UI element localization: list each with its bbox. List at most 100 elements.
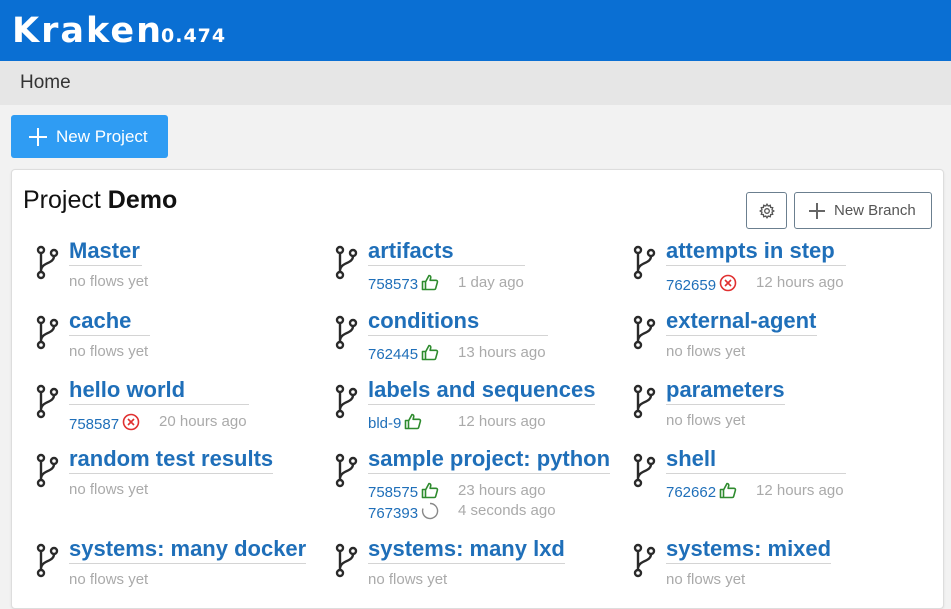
thumbs-up-icon <box>421 274 439 296</box>
flow-row: 758587 20 hours ago <box>69 413 247 436</box>
spinner-icon <box>421 502 439 525</box>
branch-item: conditions 762445 13 hours ago <box>334 308 624 378</box>
branch-icon <box>632 244 656 280</box>
branch-item: hello world 758587 20 hours ago <box>35 377 325 447</box>
branch-item: random test results no flows yet <box>35 446 325 516</box>
branch-icon <box>632 542 656 578</box>
branch-item: systems: many lxd no flows yet <box>334 536 624 606</box>
branch-item: systems: mixed no flows yet <box>632 536 922 606</box>
branch-name-link[interactable]: external-agent <box>666 308 817 336</box>
new-project-label: New Project <box>56 126 148 146</box>
branch-name-link[interactable]: hello world <box>69 377 249 405</box>
gear-icon <box>758 202 775 219</box>
no-flows-text: no flows yet <box>69 273 149 290</box>
project-title: Project Demo <box>23 185 177 215</box>
new-branch-label: New Branch <box>834 202 916 219</box>
flow-row: 762659 12 hours ago <box>666 274 844 297</box>
branch-icon <box>35 383 59 419</box>
branch-name-link[interactable]: artifacts <box>368 238 525 266</box>
no-flows-text: no flows yet <box>666 412 746 429</box>
project-name: Demo <box>107 186 178 214</box>
branch-name-link[interactable]: systems: many docker <box>69 536 307 564</box>
project-settings-button[interactable] <box>746 192 787 229</box>
flow-id-link[interactable]: bld-9 <box>368 415 401 432</box>
new-project-button[interactable]: New Project <box>11 115 168 158</box>
branch-icon <box>334 244 358 280</box>
thumbs-up-icon <box>404 413 422 435</box>
flow-time-ago: 12 hours ago <box>756 482 844 499</box>
branch-name-link[interactable]: systems: many lxd <box>368 536 565 564</box>
thumbs-up-icon <box>421 482 439 504</box>
branch-icon <box>35 244 59 280</box>
new-branch-button[interactable]: New Branch <box>794 192 932 229</box>
branch-item: artifacts 758573 1 day ago <box>334 238 624 308</box>
branch-name-link[interactable]: labels and sequences <box>368 377 596 405</box>
branch-name-link[interactable]: sample project: python <box>368 446 611 474</box>
branch-icon <box>334 314 358 350</box>
branch-icon <box>632 383 656 419</box>
branch-item: shell 762662 12 hours ago <box>632 446 922 516</box>
flow-id-link[interactable]: 767393 <box>368 505 418 522</box>
flow-time-ago: 13 hours ago <box>458 344 546 361</box>
branch-icon <box>334 452 358 488</box>
flow-row: 758575 23 hours ago <box>368 482 546 504</box>
flow-id-link[interactable]: 758587 <box>69 416 119 433</box>
branch-item: parameters no flows yet <box>632 377 922 447</box>
no-flows-text: no flows yet <box>69 571 149 588</box>
flow-time-ago: 12 hours ago <box>756 274 844 291</box>
flow-id-link[interactable]: 758573 <box>368 276 418 293</box>
error-circle-icon <box>719 274 737 297</box>
plus-icon <box>809 202 825 219</box>
plus-icon <box>29 127 47 146</box>
error-circle-icon <box>122 413 140 436</box>
flow-time-ago: 4 seconds ago <box>458 502 556 519</box>
branch-name-link[interactable]: conditions <box>368 308 548 336</box>
flow-row: bld-9 12 hours ago <box>368 413 546 435</box>
branch-item: sample project: python 758575 23 hours ago… <box>334 446 624 522</box>
branch-icon <box>35 542 59 578</box>
branch-name-link[interactable]: attempts in step <box>666 238 846 266</box>
branch-item: Master no flows yet <box>35 238 325 308</box>
branch-item: external-agent no flows yet <box>632 308 922 378</box>
flow-row: 758573 1 day ago <box>368 274 524 296</box>
flow-id-link[interactable]: 762662 <box>666 484 716 501</box>
app-version: 0.474 <box>161 25 227 47</box>
flow-row: 762445 13 hours ago <box>368 344 546 366</box>
branch-item: systems: many docker no flows yet <box>35 536 325 606</box>
app-logo[interactable]: Kraken <box>12 9 163 53</box>
no-flows-text: no flows yet <box>666 571 746 588</box>
branch-icon <box>632 314 656 350</box>
flow-time-ago: 20 hours ago <box>159 413 247 430</box>
branch-name-link[interactable]: parameters <box>666 377 785 405</box>
top-bar: Kraken 0.474 <box>0 0 951 61</box>
flow-time-ago: 12 hours ago <box>458 413 546 430</box>
flow-row: 762662 12 hours ago <box>666 482 844 504</box>
flow-time-ago: 1 day ago <box>458 274 524 291</box>
branch-name-link[interactable]: systems: mixed <box>666 536 832 564</box>
no-flows-text: no flows yet <box>368 571 448 588</box>
breadcrumb: Home <box>0 61 951 105</box>
branch-name-link[interactable]: Master <box>69 238 142 266</box>
branch-item: labels and sequences bld-9 12 hours ago <box>334 377 624 447</box>
thumbs-up-icon <box>421 344 439 366</box>
flow-id-link[interactable]: 762659 <box>666 277 716 294</box>
branch-icon <box>334 542 358 578</box>
project-title-label: Project <box>23 186 101 214</box>
flow-id-link[interactable]: 762445 <box>368 346 418 363</box>
branch-name-link[interactable]: shell <box>666 446 846 474</box>
no-flows-text: no flows yet <box>69 343 149 360</box>
flow-id-link[interactable]: 758575 <box>368 484 418 501</box>
breadcrumb-home[interactable]: Home <box>20 72 71 94</box>
flow-row: 767393 4 seconds ago <box>368 502 556 525</box>
no-flows-text: no flows yet <box>666 343 746 360</box>
branch-icon <box>632 452 656 488</box>
branch-icon <box>334 383 358 419</box>
flow-time-ago: 23 hours ago <box>458 482 546 499</box>
branch-item: attempts in step 762659 12 hours ago <box>632 238 922 308</box>
branch-name-link[interactable]: cache <box>69 308 150 336</box>
thumbs-up-icon <box>719 482 737 504</box>
branch-icon <box>35 452 59 488</box>
branch-name-link[interactable]: random test results <box>69 446 274 474</box>
no-flows-text: no flows yet <box>69 481 149 498</box>
branch-item: cache no flows yet <box>35 308 325 378</box>
